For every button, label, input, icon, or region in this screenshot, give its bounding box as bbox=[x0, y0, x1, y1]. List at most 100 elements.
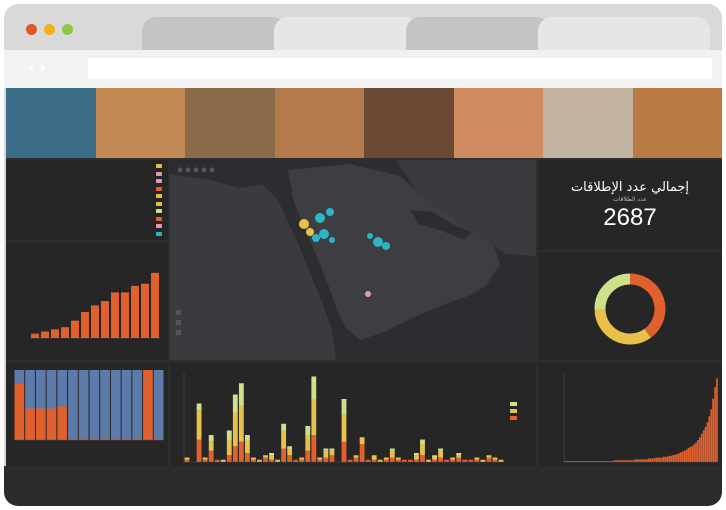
growth-bar bbox=[634, 459, 637, 462]
legend-row[interactable] bbox=[156, 164, 162, 168]
stacked-percent-chart bbox=[14, 370, 164, 441]
timeline-segment bbox=[414, 459, 419, 462]
timeline-segment bbox=[305, 426, 311, 435]
stacked-percent-panel bbox=[6, 362, 168, 466]
timeline-segment bbox=[226, 430, 232, 440]
growth-bar bbox=[685, 449, 688, 462]
timeline-segment bbox=[474, 459, 480, 462]
growth-bar bbox=[698, 437, 701, 462]
timeline-segment bbox=[420, 444, 425, 456]
growth-bar bbox=[695, 442, 697, 462]
kpi-value: 2687 bbox=[603, 204, 657, 231]
timeline-segment bbox=[492, 459, 498, 462]
timeline-segment bbox=[359, 444, 365, 462]
browser-tab[interactable] bbox=[142, 17, 287, 51]
legend-swatch bbox=[156, 231, 162, 236]
legend-swatch bbox=[156, 209, 162, 213]
legend-row[interactable] bbox=[156, 179, 162, 183]
legend-swatch bbox=[510, 409, 517, 413]
donut-slice bbox=[629, 273, 666, 338]
legend-row[interactable] bbox=[156, 209, 162, 213]
timeline-segment bbox=[329, 455, 335, 462]
timeline-segment bbox=[269, 459, 274, 462]
browser-tab[interactable] bbox=[538, 17, 710, 51]
minimize-window-button[interactable] bbox=[44, 24, 55, 35]
legend-swatch bbox=[156, 164, 162, 168]
legend-row[interactable] bbox=[156, 186, 162, 191]
growth-bar bbox=[687, 447, 690, 462]
map-zoom-controls[interactable] bbox=[176, 310, 181, 335]
timeline-segment bbox=[263, 455, 268, 458]
stack-segment-orange bbox=[35, 408, 46, 440]
browser-tab[interactable] bbox=[406, 17, 551, 51]
stack-segment-blue bbox=[14, 370, 25, 384]
stack-segment-blue bbox=[100, 370, 110, 439]
timeline-segment bbox=[395, 459, 401, 462]
growth-bar bbox=[657, 457, 659, 462]
stack-segment-orange bbox=[143, 370, 153, 440]
timeline-segment bbox=[395, 457, 401, 460]
timeline-segment bbox=[407, 459, 413, 462]
growth-bar bbox=[672, 454, 675, 462]
address-bar[interactable] bbox=[88, 58, 712, 79]
page-footer bbox=[4, 466, 722, 506]
timeline-segment bbox=[444, 459, 450, 462]
legend-row[interactable] bbox=[156, 171, 162, 176]
region-map[interactable] bbox=[170, 160, 536, 360]
banner-photo bbox=[543, 88, 633, 158]
stack-segment-orange bbox=[14, 384, 25, 440]
timeline-segment bbox=[492, 457, 498, 460]
timeline-segment bbox=[184, 457, 190, 460]
growth-bar bbox=[645, 459, 648, 462]
timeline-segment bbox=[414, 453, 419, 456]
stack-segment-blue bbox=[35, 370, 46, 409]
forward-icon[interactable]: › bbox=[39, 58, 50, 78]
growth-bar bbox=[660, 457, 663, 462]
kpi-panel: إجمالي عدد الإطلاقات عدد الطلاقات 2687 bbox=[538, 160, 722, 250]
bar bbox=[91, 305, 99, 338]
legend-row[interactable] bbox=[156, 216, 162, 221]
stack-segment-blue bbox=[121, 370, 132, 439]
growth-bar bbox=[689, 447, 692, 462]
back-icon[interactable]: ‹ bbox=[28, 58, 39, 78]
growth-bar bbox=[714, 387, 716, 462]
timeline-segment bbox=[293, 459, 299, 462]
stack-segment-blue bbox=[46, 370, 57, 409]
growth-bar bbox=[651, 458, 654, 462]
legend-row[interactable] bbox=[156, 231, 162, 236]
timeline-segment bbox=[432, 457, 437, 460]
timeline-segment bbox=[377, 459, 383, 462]
maximize-window-button[interactable] bbox=[62, 24, 73, 35]
bar bbox=[81, 311, 89, 338]
kpi-subtitle: عدد الطلاقات bbox=[613, 196, 647, 203]
timeline-segment bbox=[347, 459, 353, 462]
bar bbox=[151, 272, 159, 338]
timeline-segment bbox=[371, 459, 377, 462]
timeline-segment bbox=[359, 437, 365, 444]
timeline-segment bbox=[232, 394, 238, 413]
timeline-segment bbox=[420, 455, 425, 462]
timeline-segment bbox=[244, 453, 250, 462]
growth-bar bbox=[640, 459, 642, 462]
timeline-segment bbox=[329, 448, 335, 451]
growth-bar bbox=[666, 456, 669, 462]
growth-bar bbox=[641, 459, 644, 462]
timeline-segment bbox=[353, 457, 359, 462]
legend-row[interactable] bbox=[156, 201, 162, 206]
browser-tab[interactable] bbox=[274, 17, 419, 51]
growth-bar bbox=[702, 430, 705, 462]
bar bbox=[71, 320, 79, 338]
close-window-button[interactable] bbox=[26, 24, 37, 35]
legend-row[interactable] bbox=[156, 224, 162, 228]
growth-bar bbox=[691, 446, 694, 462]
timeline-segment bbox=[220, 459, 226, 462]
timeline-segment bbox=[450, 459, 456, 462]
timeline-segment bbox=[299, 459, 305, 462]
timeline-segment bbox=[226, 439, 232, 456]
growth-bar bbox=[674, 454, 676, 462]
growth-bar bbox=[621, 460, 623, 462]
monthly-bar-chart bbox=[30, 272, 160, 339]
legend-row[interactable] bbox=[156, 194, 162, 198]
timeline-segment bbox=[238, 441, 244, 462]
legend-swatch bbox=[156, 194, 162, 198]
